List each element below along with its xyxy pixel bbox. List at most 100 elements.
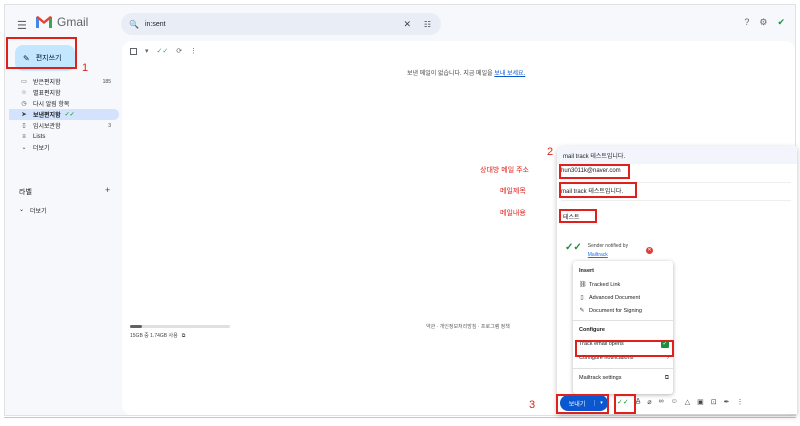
sidebar-item-label: 더보기 [33, 146, 50, 152]
mailtrack-check-icon: ✓✓ [64, 112, 75, 118]
sidebar-item-sent[interactable]: ➤ 보낸편지함 ✓✓ [9, 109, 119, 120]
search-icon[interactable]: 🔍 [129, 20, 139, 29]
menu-item-label: Advanced Document [589, 294, 641, 301]
storage-text: 15GB 중 1.74GB 사용 [130, 333, 178, 339]
double-check-icon: ✓✓ [565, 242, 582, 253]
select-dropdown-icon[interactable]: ▾ [145, 47, 149, 55]
menu-item-label: Document for Signing [589, 307, 642, 314]
mailtrack-check-icon[interactable]: ✓✓ [157, 47, 169, 55]
gmail-logo[interactable]: Gmail [35, 15, 88, 29]
annotation-number-1: 1 [82, 62, 89, 74]
list-toolbar: ▾ ✓✓ ⟳ ⋮ [130, 47, 197, 55]
mailtrack-note: ✓✓ Sender notified by Mailtrack [565, 242, 628, 260]
draft-icon: ▯ [22, 123, 26, 129]
sidebar-item-label: 임시보관함 [33, 124, 61, 130]
labels-more[interactable]: ⌄ 더보기 [19, 206, 47, 215]
configure-heading: Configure [579, 327, 605, 333]
search-input[interactable]: in:sent [145, 21, 166, 28]
sidebar-item-label: 보낸편지함 [33, 113, 61, 119]
link-icon: ⛓ [579, 282, 587, 288]
sidebar-item-drafts[interactable]: ▯ 임시보관함 3 [9, 120, 119, 131]
annotation-to-label: 상대방 메일 주소 [480, 167, 529, 174]
send-now-link[interactable]: 보내 보세요. [494, 71, 525, 77]
remove-signature-icon[interactable]: ✕ [646, 247, 653, 254]
menu-item-advanced-document[interactable]: ▯ Advanced Document [579, 294, 669, 302]
sidebar-nav: ▭ 받은편지함 185 ☆ 별표편지함 ◷ 다시 알림 항목 ➤ 보낸편지함 ✓… [9, 76, 119, 153]
search-bar[interactable]: 🔍 in:sent ✕ ☷ [121, 13, 441, 35]
empty-message-text: 보낸 메일이 없습니다. 지금 메일을 [407, 71, 495, 77]
document-icon: ▯ [580, 295, 584, 301]
gmail-m-icon [36, 16, 52, 28]
divider [561, 200, 791, 201]
menu-item-document-signing[interactable]: ✎ Document for Signing [579, 307, 669, 315]
external-link-icon[interactable]: ⧉ [182, 333, 186, 339]
annotation-box-track-opens [575, 340, 674, 357]
annotation-box-send [556, 394, 609, 414]
help-icon[interactable]: ? [744, 17, 749, 28]
annotation-number-2: 2 [547, 146, 554, 158]
drafts-count: 3 [108, 122, 111, 129]
divider [573, 368, 673, 369]
formatting-icon[interactable]: A̲ [636, 398, 641, 406]
storage-fill [130, 325, 142, 328]
annotation-box-subject [559, 182, 637, 198]
annotation-subject-label: 메일제목 [500, 188, 526, 195]
pen-icon[interactable]: ✒ [724, 398, 730, 406]
menu-item-mailtrack-settings[interactable]: Mailtrack settings ⧉ [579, 375, 669, 382]
compose-title: mail track 테스트입니다. [563, 153, 626, 160]
more-options-icon[interactable]: ⋮ [737, 398, 744, 406]
mailtrack-note-text: Sender notified by [587, 243, 629, 249]
sidebar-item-label: 다시 알림 항목 [33, 102, 70, 108]
mailtrack-menu: Insert ⛓ Tracked Link ▯ Advanced Documen… [573, 261, 673, 394]
clear-search-icon[interactable]: ✕ [403, 19, 411, 30]
inbox-icon: ▭ [21, 79, 27, 85]
sidebar-item-label: Lists [33, 133, 46, 140]
clock-icon: ◷ [21, 101, 27, 107]
photo-icon[interactable]: ▣ [697, 398, 704, 406]
divider [4, 417, 796, 418]
annotation-number-3: 3 [529, 399, 536, 411]
send-icon: ➤ [21, 112, 27, 118]
sidebar-item-label: 받은편지함 [33, 80, 61, 86]
search-options-icon[interactable]: ☷ [424, 20, 431, 29]
sidebar-item-inbox[interactable]: ▭ 받은편지함 185 [9, 76, 119, 87]
mailtrack-link[interactable]: Mailtrack [588, 251, 628, 260]
settings-gear-icon[interactable]: ⚙ [759, 17, 767, 28]
link-icon[interactable]: ∞ [659, 398, 664, 406]
menu-item-tracked-link[interactable]: ⛓ Tracked Link [579, 281, 669, 289]
mailtrack-icon[interactable]: ✔ [777, 17, 785, 28]
sidebar-item-starred[interactable]: ☆ 별표편지함 [9, 87, 119, 98]
compose-header[interactable]: mail track 테스트입니다. [557, 146, 797, 164]
annotation-box-body [559, 209, 597, 223]
signature-icon: ✎ [579, 308, 585, 314]
menu-item-label: Mailtrack settings [579, 375, 622, 381]
insert-heading: Insert [579, 268, 594, 274]
labels-more-label: 더보기 [30, 209, 47, 215]
storage-bar [130, 325, 230, 328]
gmail-logo-text: Gmail [57, 15, 89, 29]
refresh-icon[interactable]: ⟳ [176, 47, 182, 55]
sidebar-item-lists[interactable]: ≡ Lists [9, 131, 119, 142]
lock-icon[interactable]: ⊡ [711, 398, 717, 406]
emoji-icon[interactable]: ☺ [671, 398, 678, 406]
annotation-body-label: 메일내용 [500, 210, 526, 217]
more-options-icon[interactable]: ⋮ [190, 47, 197, 55]
attach-icon[interactable]: ⌀ [647, 398, 651, 406]
chevron-down-icon: ⌄ [19, 207, 25, 213]
select-all-checkbox[interactable] [130, 47, 137, 55]
add-label-icon[interactable]: + [105, 185, 110, 195]
top-right-icons: ? ⚙ ✔ [744, 17, 785, 28]
inbox-count: 185 [102, 78, 111, 85]
menu-icon[interactable]: ☰ [17, 19, 27, 32]
sidebar-item-more[interactable]: ⌄ 더보기 [9, 142, 119, 153]
drive-icon[interactable]: △ [685, 398, 690, 406]
sidebar-item-label: 별표편지함 [33, 91, 61, 97]
storage-info: 15GB 중 1.74GB 사용 ⧉ [130, 332, 186, 340]
list-icon: ≡ [22, 133, 26, 140]
labels-heading: 라벨 [19, 189, 32, 196]
sidebar-item-snoozed[interactable]: ◷ 다시 알림 항목 [9, 98, 119, 109]
empty-sent-message: 보낸 메일이 없습니다. 지금 메일을 보내 보세요. [407, 68, 525, 77]
footer-links[interactable]: 약관 · 개인정보처리방침 · 프로그램 정책 [426, 323, 510, 330]
menu-item-label: Tracked Link [589, 281, 621, 288]
annotation-box-compose [6, 37, 77, 69]
